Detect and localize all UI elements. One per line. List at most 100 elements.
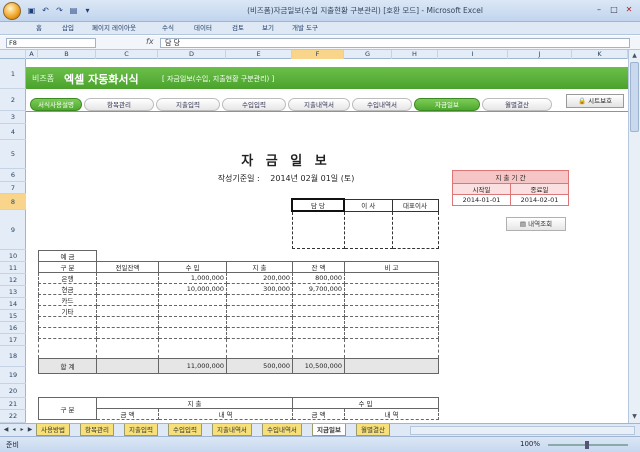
undo-icon[interactable]: ↶ [40,5,51,16]
nav-tab-income-report[interactable]: 수입내역서 [352,98,412,111]
worksheet[interactable]: 비즈폼 엑셀 자동화서식 [ 자금일보(수입, 지출현황 구분관리) ] 서식사… [26,59,628,423]
nav-tab-expense-input[interactable]: 지출입력 [156,98,220,111]
prev-balance-cell[interactable] [96,305,159,317]
income-cell[interactable] [158,305,227,317]
row-header[interactable]: 2 [0,89,26,111]
next-sheet-icon[interactable]: ▸ [18,425,26,435]
horizontal-scrollbar[interactable] [410,426,635,435]
row-header[interactable]: 19 [0,367,26,384]
row-header[interactable]: 1 [0,59,26,89]
sheet-tab[interactable]: 항목관리 [80,424,114,436]
balance-cell[interactable] [292,305,345,317]
row-name[interactable] [38,316,97,328]
row-name[interactable] [38,338,97,359]
note-cell[interactable] [344,316,439,328]
function-icon[interactable]: fx [146,37,154,46]
row-header[interactable]: 16 [0,322,26,334]
row-header[interactable]: 11 [0,262,26,274]
expense-cell[interactable]: 200,000 [226,272,293,284]
nav-tab-expense-report[interactable]: 지출내역서 [288,98,350,111]
row-name[interactable]: 은행 [38,272,97,284]
prev-balance-cell[interactable] [96,316,159,328]
row-header[interactable]: 3 [0,111,26,124]
row-header[interactable]: 17 [0,334,26,346]
minimize-icon[interactable]: – [592,4,606,16]
column-header[interactable]: B [38,50,96,59]
tab-developer[interactable]: 개발 도구 [292,23,318,34]
zoom-level[interactable]: 100% [520,440,540,448]
row-header[interactable]: 5 [0,140,26,169]
inquiry-button[interactable]: ▤ 내역조회 [506,217,566,231]
row-header[interactable]: 14 [0,298,26,310]
income-cell[interactable]: 10,000,000 [158,283,227,295]
nav-tab-items[interactable]: 항목관리 [84,98,154,111]
balance-cell[interactable] [292,316,345,328]
approval-header-ceo[interactable]: 대표이사 [391,198,439,212]
column-header[interactable]: C [96,50,158,59]
column-header[interactable]: E [226,50,292,59]
note-cell[interactable] [344,272,439,284]
formula-input[interactable]: 담 당 [160,38,630,48]
sheet-tab[interactable]: 수입입력 [168,424,202,436]
approval-sign-cell[interactable] [391,210,439,249]
tab-data[interactable]: 데이터 [194,23,212,34]
row-header[interactable]: 15 [0,310,26,322]
tab-home[interactable]: 홈 [36,23,42,34]
sheet-tab-active[interactable]: 지금일보 [312,424,346,436]
note-cell[interactable] [344,327,439,339]
prev-balance-cell[interactable] [96,327,159,339]
income-cell[interactable]: 1,000,000 [158,272,227,284]
row-header[interactable]: 10 [0,250,26,262]
nav-tab-daily-fund[interactable]: 자금일보 [414,98,480,111]
scroll-up-icon[interactable]: ▲ [630,51,639,60]
first-sheet-icon[interactable]: ◀ [2,425,10,435]
row-header[interactable]: 22 [0,410,26,423]
approval-sign-cell[interactable] [343,210,393,249]
expense-cell[interactable] [226,305,293,317]
vertical-scroll-thumb[interactable] [630,62,639,132]
expense-cell[interactable] [226,294,293,306]
column-header[interactable]: I [438,50,508,59]
row-header-selected[interactable]: 8 [0,194,26,210]
nav-tab-monthly[interactable]: 월별결산 [482,98,552,111]
expense-cell[interactable] [226,338,293,359]
last-sheet-icon[interactable]: ▶ [26,425,34,435]
tab-formulas[interactable]: 수식 [162,23,174,34]
zoom-slider-knob[interactable] [585,441,589,449]
row-header[interactable]: 7 [0,182,26,194]
sheet-tab[interactable]: 사용방법 [36,424,70,436]
period-end-value[interactable]: 2014-02-01 [510,194,569,206]
row-header[interactable]: 4 [0,124,26,140]
column-header[interactable]: G [344,50,392,59]
nav-tab-guide[interactable]: 서식사용설명 [30,98,82,111]
scroll-down-icon[interactable]: ▼ [630,412,639,421]
income-cell[interactable] [158,327,227,339]
prev-balance-cell[interactable] [96,338,159,359]
row-name[interactable]: 현금 [38,283,97,295]
tab-page-layout[interactable]: 페이지 레이아웃 [92,23,136,34]
column-header[interactable]: J [508,50,572,59]
income-cell[interactable] [158,338,227,359]
column-header[interactable]: K [572,50,628,59]
income-cell[interactable] [158,316,227,328]
approval-header-manager[interactable]: 담 당 [291,198,345,212]
row-header[interactable]: 20 [0,384,26,398]
balance-cell[interactable] [292,327,345,339]
note-cell[interactable] [344,283,439,295]
note-cell[interactable] [344,338,439,359]
row-header[interactable]: 21 [0,398,26,410]
approval-sign-cell[interactable] [291,210,345,249]
row-header[interactable]: 6 [0,169,26,182]
row-name[interactable] [38,327,97,339]
prev-sheet-icon[interactable]: ◂ [10,425,18,435]
column-header[interactable]: H [392,50,438,59]
column-header-selected[interactable]: F [292,50,344,59]
column-header[interactable]: D [158,50,226,59]
office-button[interactable] [3,2,21,20]
name-box[interactable]: F8 [6,38,96,48]
balance-cell[interactable] [292,294,345,306]
balance-cell[interactable] [292,338,345,359]
period-start-value[interactable]: 2014-01-01 [452,194,511,206]
expense-cell[interactable] [226,327,293,339]
prev-balance-cell[interactable] [96,283,159,295]
